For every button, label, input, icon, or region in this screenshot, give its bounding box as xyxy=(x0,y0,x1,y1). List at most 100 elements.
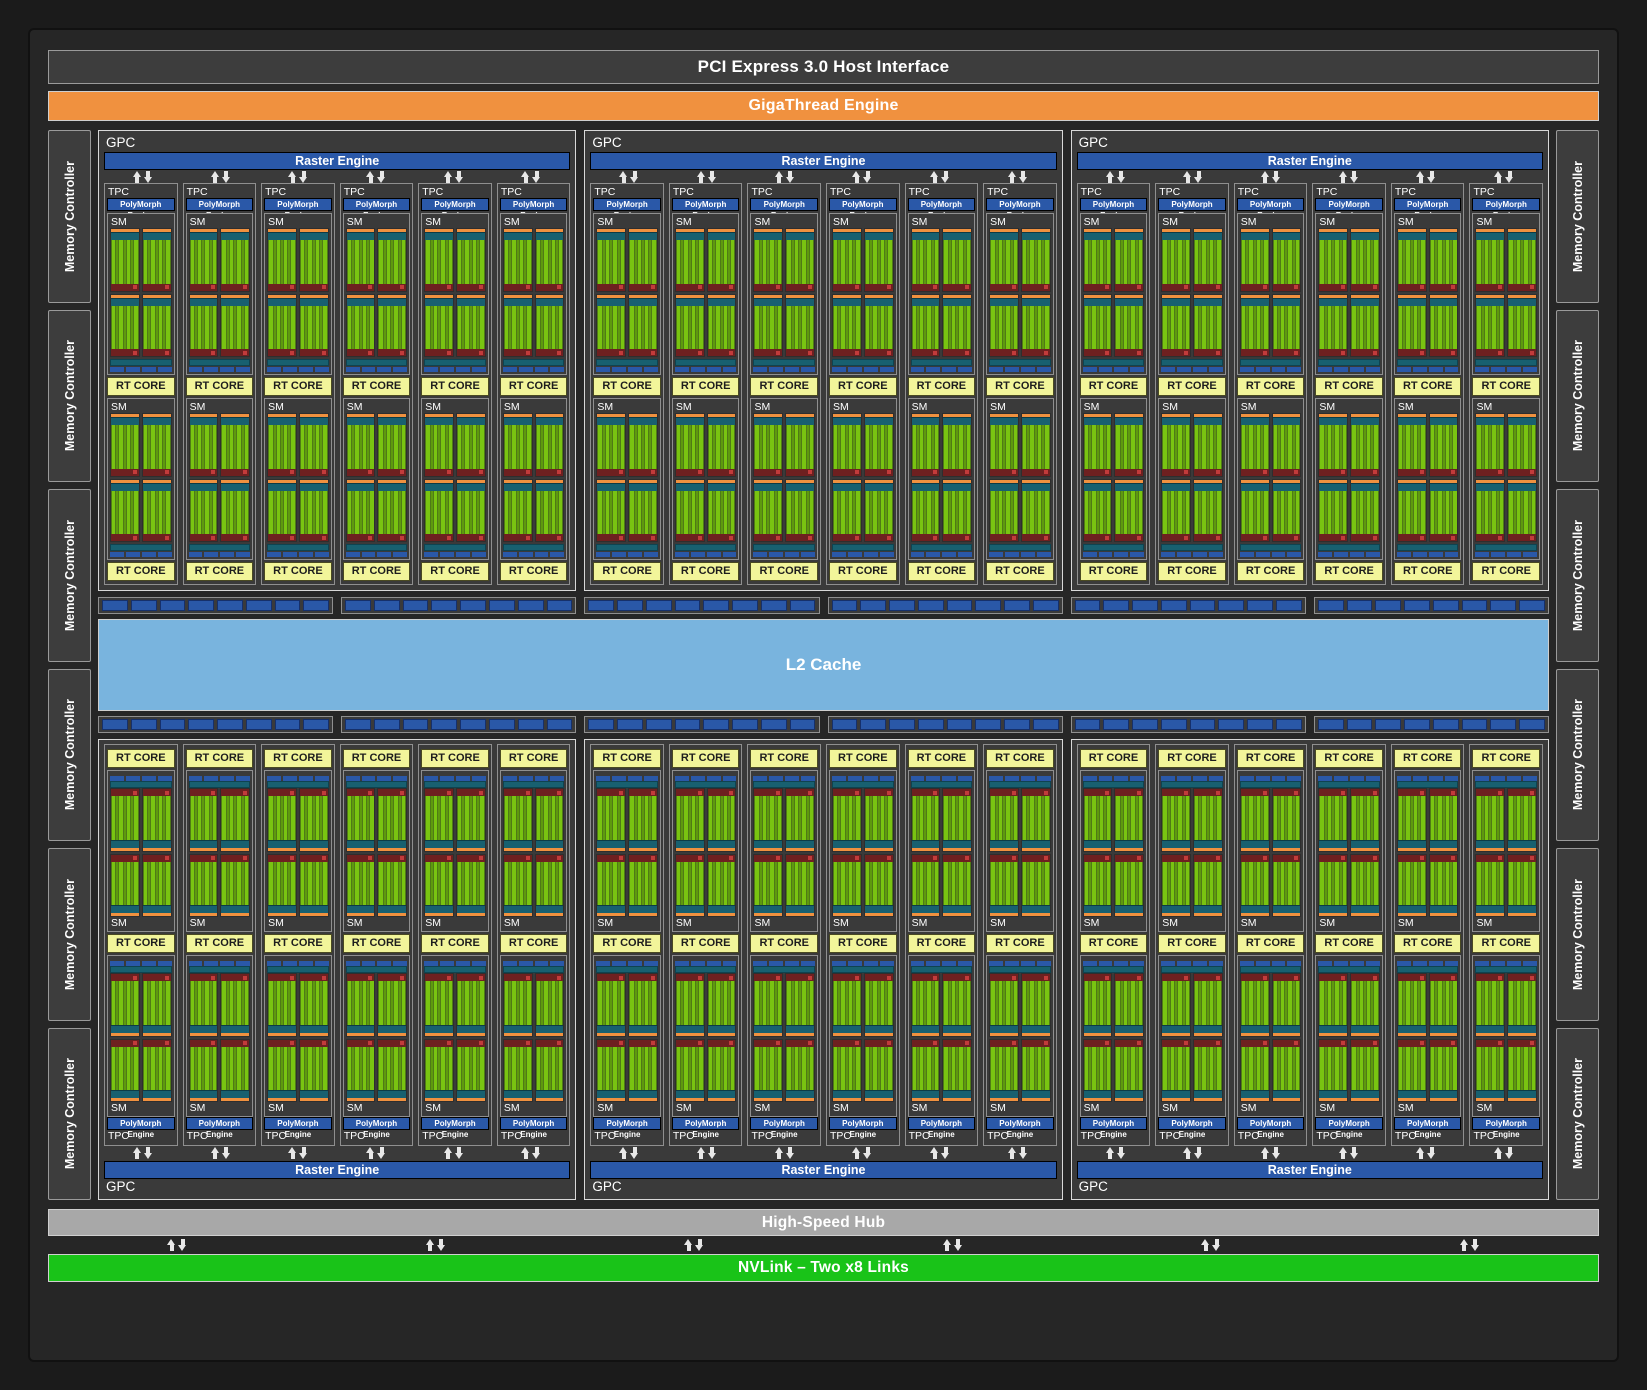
rt-core[interactable]: RT CORE xyxy=(421,377,489,396)
sm-block[interactable]: SM xyxy=(1079,398,1148,560)
sm-block[interactable]: SM xyxy=(1472,398,1541,560)
tpc-block[interactable]: TPCPolyMorph EngineSMRT CORESMRT CORE xyxy=(1312,183,1386,585)
sm-block[interactable]: SM xyxy=(1472,770,1541,932)
rt-core[interactable]: RT CORE xyxy=(499,934,568,953)
sm-block[interactable]: SM xyxy=(1158,213,1226,375)
rt-core[interactable]: RT CORE xyxy=(829,934,897,953)
sm-block[interactable]: SM xyxy=(671,398,740,560)
rt-core[interactable]: RT CORE xyxy=(421,749,489,768)
sm-block[interactable]: SM xyxy=(342,398,411,560)
sm-block[interactable]: SM xyxy=(1236,955,1305,1117)
sm-block[interactable]: SM xyxy=(107,770,175,932)
sm-block[interactable]: SM xyxy=(499,398,568,560)
sm-block[interactable]: SM xyxy=(593,213,661,375)
rop-group[interactable] xyxy=(341,716,577,733)
rt-core[interactable]: RT CORE xyxy=(499,377,568,396)
rt-core[interactable]: RT CORE xyxy=(1079,562,1148,581)
tpc-block[interactable]: TPCPolyMorph EngineSMRT CORESMRT CORE xyxy=(418,183,492,585)
sm-block[interactable]: SM xyxy=(750,955,819,1117)
tpc-block[interactable]: RT CORE SM RT CORE SM PolyMorph Engine TPC xyxy=(1469,744,1544,1146)
rop-group[interactable] xyxy=(1313,597,1549,614)
rop-group[interactable] xyxy=(98,716,334,733)
polymorph-engine[interactable]: PolyMorph Engine xyxy=(829,1117,897,1139)
sm-block[interactable]: SM xyxy=(421,398,489,560)
polymorph-engine[interactable]: PolyMorph Engine xyxy=(499,1117,568,1139)
sm-block[interactable]: SM xyxy=(499,955,568,1117)
polymorph-engine[interactable]: PolyMorph Engine xyxy=(421,198,489,220)
polymorph-engine[interactable]: PolyMorph Engine xyxy=(671,1117,740,1139)
rt-core[interactable]: RT CORE xyxy=(671,934,740,953)
rt-core[interactable]: RT CORE xyxy=(107,749,175,768)
tpc-block[interactable]: RT CORE SM RT CORE SM PolyMorph Engine TPC xyxy=(1233,744,1308,1146)
rt-core[interactable]: RT CORE xyxy=(264,749,332,768)
tpc-block[interactable]: RT CORE SM RT CORE SM PolyMorph Engine TPC xyxy=(1155,744,1229,1146)
tpc-block[interactable]: TPCPolyMorph EngineSMRT CORESMRT CORE xyxy=(261,183,335,585)
polymorph-engine[interactable]: PolyMorph Engine xyxy=(264,198,332,220)
rt-core[interactable]: RT CORE xyxy=(1315,562,1383,581)
rt-core[interactable]: RT CORE xyxy=(829,749,897,768)
sm-block[interactable]: SM xyxy=(107,213,175,375)
rt-core[interactable]: RT CORE xyxy=(185,934,254,953)
gpc-block[interactable]: GPCRaster EngineTPCPolyMorph EngineSMRT … xyxy=(98,130,577,591)
rt-core[interactable]: RT CORE xyxy=(185,749,254,768)
memory-controller-left-5[interactable]: Memory Controller xyxy=(48,848,91,1021)
tpc-block[interactable]: TPCPolyMorph EngineSMRT CORESMRT CORE xyxy=(826,183,900,585)
raster-engine[interactable]: Raster Engine xyxy=(104,152,571,170)
polymorph-engine[interactable]: PolyMorph Engine xyxy=(671,198,740,220)
tpc-block[interactable]: RT CORE SM RT CORE SM PolyMorph Engine TPC xyxy=(826,744,900,1146)
rop-group[interactable] xyxy=(1070,597,1306,614)
rt-core[interactable]: RT CORE xyxy=(907,377,976,396)
tpc-block[interactable]: TPCPolyMorph EngineSMRT CORESMRT CORE xyxy=(496,183,571,585)
sm-block[interactable]: SM xyxy=(1236,770,1305,932)
tpc-block[interactable]: RT CORE SM RT CORE SM PolyMorph Engine TPC xyxy=(1076,744,1151,1146)
polymorph-engine[interactable]: PolyMorph Engine xyxy=(185,198,254,220)
sm-block[interactable]: SM xyxy=(421,955,489,1117)
rt-core[interactable]: RT CORE xyxy=(499,562,568,581)
rt-core[interactable]: RT CORE xyxy=(671,749,740,768)
polymorph-engine[interactable]: PolyMorph Engine xyxy=(1079,198,1148,220)
raster-engine[interactable]: Raster Engine xyxy=(104,1161,571,1179)
rt-core[interactable]: RT CORE xyxy=(185,377,254,396)
sm-block[interactable]: SM xyxy=(1315,770,1383,932)
rt-core[interactable]: RT CORE xyxy=(1472,749,1541,768)
polymorph-engine[interactable]: PolyMorph Engine xyxy=(499,198,568,220)
sm-block[interactable]: SM xyxy=(986,955,1054,1117)
rt-core[interactable]: RT CORE xyxy=(342,562,411,581)
rt-core[interactable]: RT CORE xyxy=(1158,749,1226,768)
polymorph-engine[interactable]: PolyMorph Engine xyxy=(107,1117,175,1139)
sm-block[interactable]: SM xyxy=(750,398,819,560)
polymorph-engine[interactable]: PolyMorph Engine xyxy=(750,1117,819,1139)
sm-block[interactable]: SM xyxy=(1393,213,1462,375)
polymorph-engine[interactable]: PolyMorph Engine xyxy=(986,198,1054,220)
sm-block[interactable]: SM xyxy=(986,398,1054,560)
tpc-block[interactable]: TPCPolyMorph EngineSMRT CORESMRT CORE xyxy=(904,183,979,585)
tpc-block[interactable]: TPCPolyMorph EngineSMRT CORESMRT CORE xyxy=(1076,183,1151,585)
gpc-block[interactable]: RT CORE SM RT CORE SM PolyMorph Engine TPC RT … xyxy=(584,739,1063,1200)
rt-core[interactable]: RT CORE xyxy=(829,377,897,396)
polymorph-engine[interactable]: PolyMorph Engine xyxy=(1393,1117,1462,1139)
polymorph-engine[interactable]: PolyMorph Engine xyxy=(1472,198,1541,220)
rop-group[interactable] xyxy=(98,597,334,614)
tpc-block[interactable]: RT CORE SM RT CORE SM PolyMorph Engine TPC xyxy=(1390,744,1465,1146)
sm-block[interactable]: SM xyxy=(499,213,568,375)
rt-core[interactable]: RT CORE xyxy=(1472,562,1541,581)
rt-core[interactable]: RT CORE xyxy=(1393,562,1462,581)
sm-block[interactable]: SM xyxy=(1158,955,1226,1117)
rt-core[interactable]: RT CORE xyxy=(1315,749,1383,768)
sm-block[interactable]: SM xyxy=(107,955,175,1117)
sm-block[interactable]: SM xyxy=(829,770,897,932)
sm-block[interactable]: SM xyxy=(593,955,661,1117)
polymorph-engine[interactable]: PolyMorph Engine xyxy=(750,198,819,220)
rt-core[interactable]: RT CORE xyxy=(593,934,661,953)
sm-block[interactable]: SM xyxy=(829,398,897,560)
sm-block[interactable]: SM xyxy=(1079,213,1148,375)
rt-core[interactable]: RT CORE xyxy=(986,934,1054,953)
rt-core[interactable]: RT CORE xyxy=(986,377,1054,396)
sm-block[interactable]: SM xyxy=(1158,770,1226,932)
polymorph-engine[interactable]: PolyMorph Engine xyxy=(1393,198,1462,220)
polymorph-engine[interactable]: PolyMorph Engine xyxy=(1315,198,1383,220)
sm-block[interactable]: SM xyxy=(421,770,489,932)
rt-core[interactable]: RT CORE xyxy=(421,934,489,953)
tpc-block[interactable]: RT CORE SM RT CORE SM PolyMorph Engine TPC xyxy=(983,744,1057,1146)
sm-block[interactable]: SM xyxy=(185,955,254,1117)
